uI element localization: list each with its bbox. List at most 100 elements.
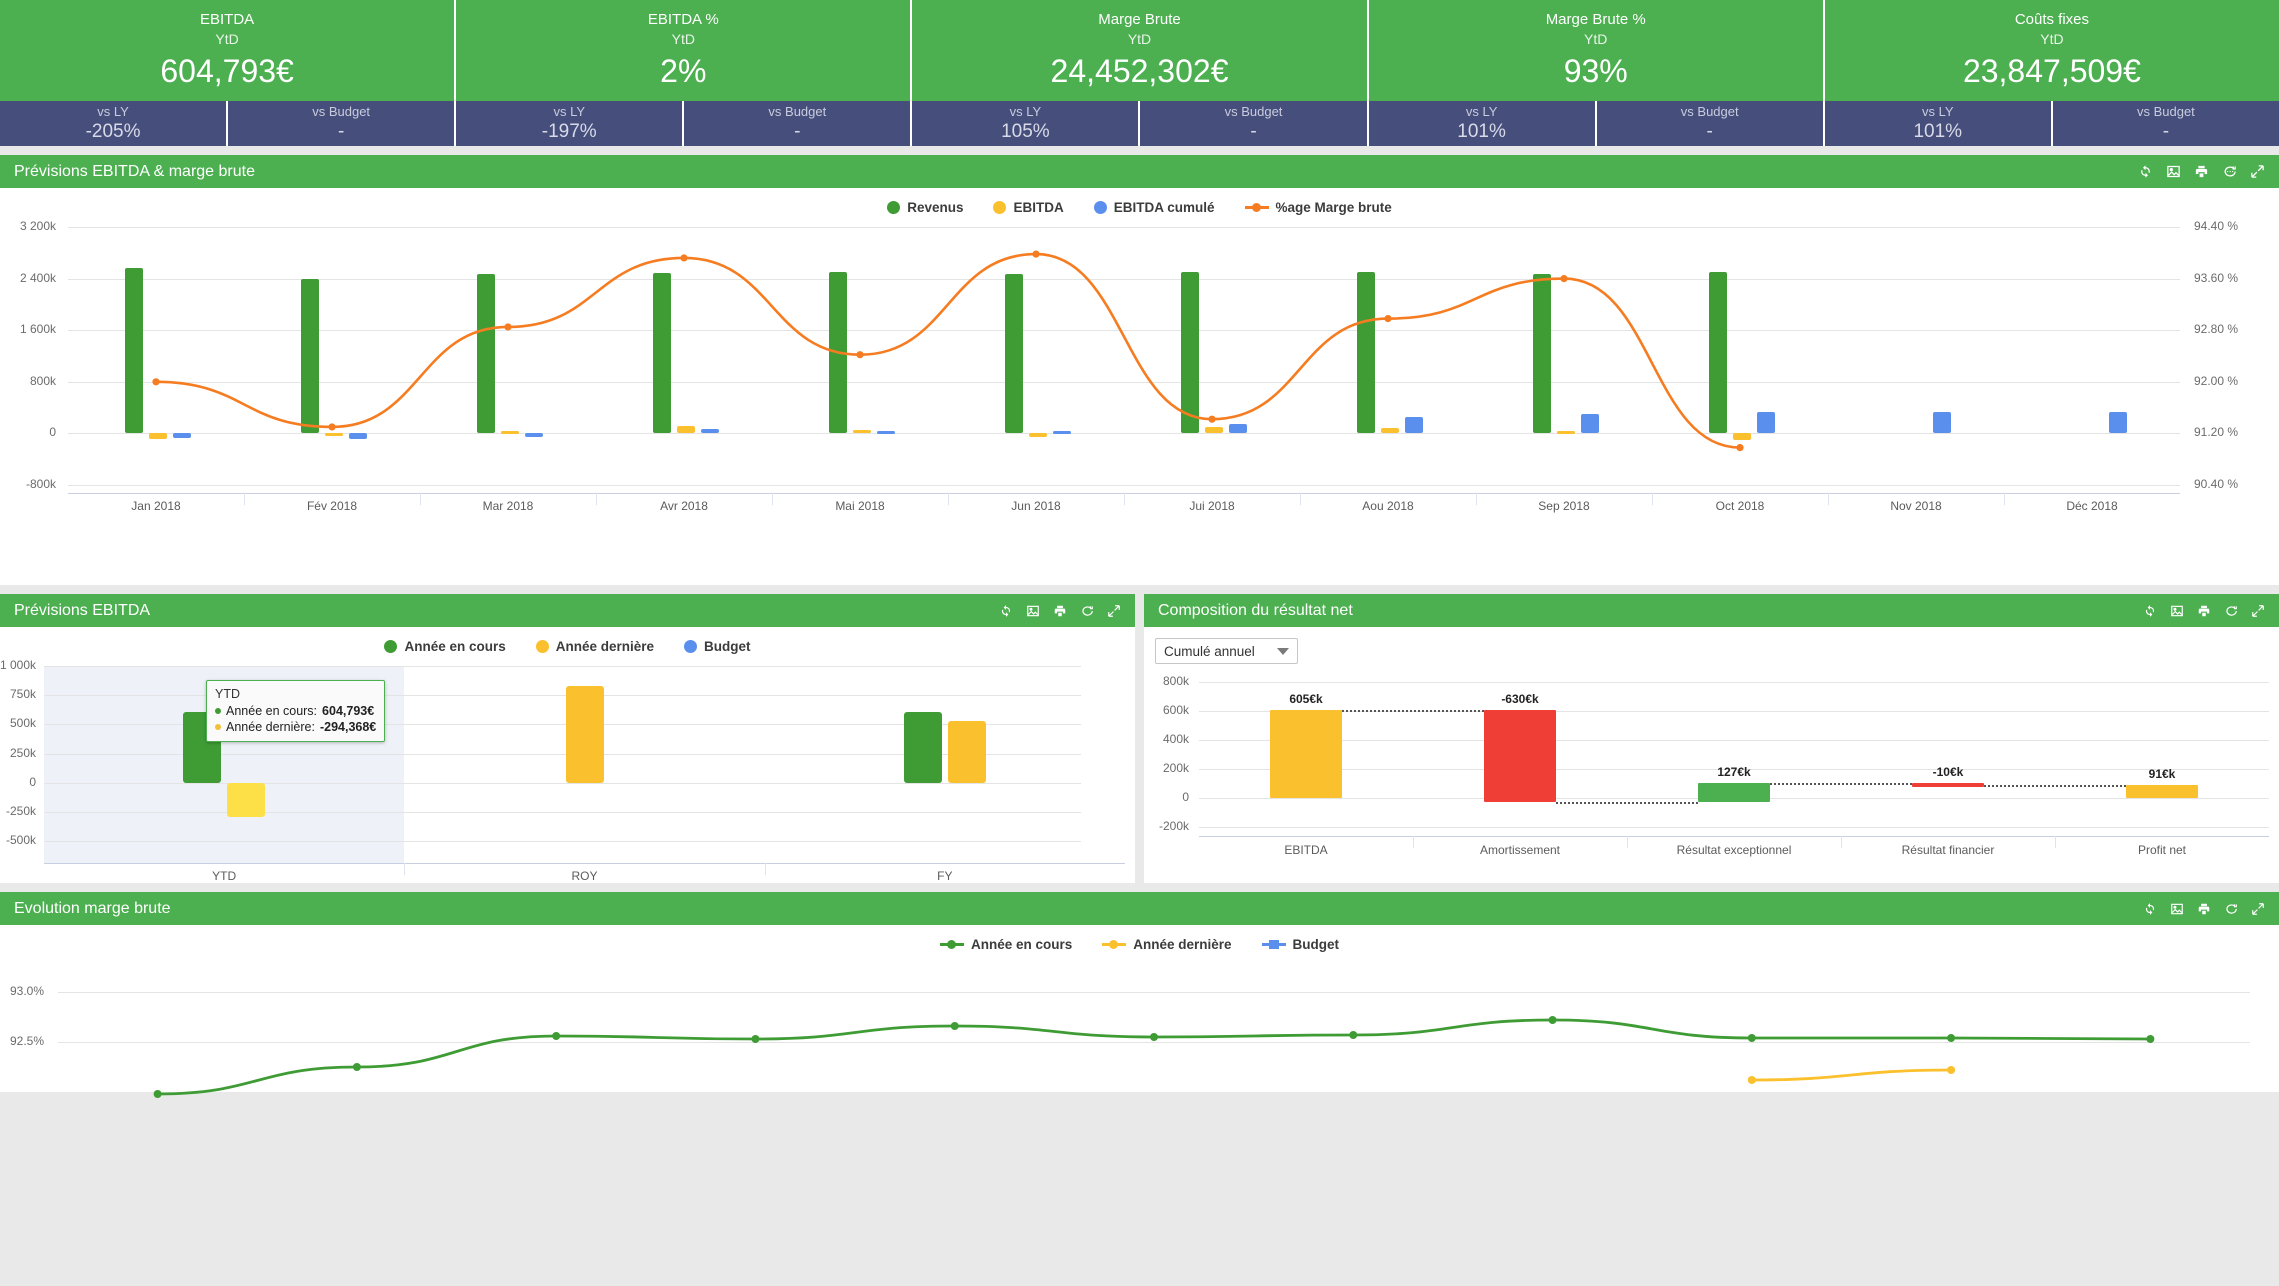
chart-bar[interactable] (1053, 431, 1071, 435)
chart-bar[interactable] (1405, 416, 1423, 434)
comment-icon[interactable] (2222, 164, 2237, 179)
legend-item-budget[interactable]: Budget (684, 639, 751, 654)
period-select[interactable]: Cumulé annuel (1155, 638, 1298, 664)
kpi-value: 24,452,302€ (1050, 53, 1229, 89)
waterfall-bar[interactable] (1484, 710, 1556, 802)
expand-icon[interactable] (1107, 604, 1121, 618)
legend-swatch-annee-en-cours (384, 640, 398, 653)
chart-bar[interactable] (525, 433, 543, 438)
chart-bar[interactable] (301, 278, 319, 434)
forecast-chart-plot: 3 200k 94.40 % 2 400k 93.60 % 1 600k 92.80 % 8… (0, 215, 2279, 580)
chart-bar[interactable] (1581, 414, 1599, 434)
chart-bar[interactable] (477, 274, 495, 434)
chart-bar[interactable] (829, 271, 847, 434)
print-icon[interactable] (2197, 604, 2211, 618)
legend-item-ebitda-cumule[interactable]: EBITDA cumulé (1093, 200, 1215, 215)
kpi-value: 23,847,509€ (1962, 53, 2141, 89)
gridline (68, 485, 2180, 486)
chart-bar[interactable] (1005, 274, 1023, 434)
chart-bar[interactable] (1205, 426, 1223, 434)
waterfall-connector (1770, 783, 1912, 786)
export-image-icon[interactable] (2170, 902, 2184, 916)
waterfall-bar[interactable] (1912, 783, 1984, 788)
chart-bar[interactable] (1381, 428, 1399, 434)
ebitda-legend: Année en cours Année dernière Budget (0, 627, 1135, 654)
chart-bar[interactable] (125, 268, 143, 434)
export-image-icon[interactable] (2170, 604, 2184, 618)
chart-bar[interactable] (701, 428, 719, 434)
tooltip-series-name: Année dernière: (226, 720, 315, 734)
expand-icon[interactable] (2250, 164, 2265, 179)
chart-bar[interactable] (853, 429, 871, 434)
chart-bar[interactable] (1229, 423, 1247, 434)
comment-icon[interactable] (2224, 902, 2238, 916)
y-axis-tick: 600k (1162, 703, 1189, 717)
panel-forecast-toolbar[interactable] (2138, 164, 2265, 179)
waterfall-connector (1342, 710, 1484, 713)
kpi-card-4: Coûts fixes YtD 23,847,509€ (1824, 0, 2279, 101)
chart-bar[interactable] (1733, 433, 1751, 441)
chart-bar[interactable] (149, 433, 167, 440)
x-axis-label: Jui 2018 (1189, 499, 1235, 513)
chart-bar[interactable] (173, 433, 191, 438)
chart-bar[interactable] (1557, 430, 1575, 434)
chart-bar[interactable] (325, 433, 343, 437)
legend-item-annee-en-cours[interactable]: Année en cours (384, 639, 506, 654)
legend-item-marge-brute[interactable]: %age Marge brute (1244, 200, 1392, 215)
panel-composition-toolbar[interactable] (2143, 604, 2265, 618)
bar-data-label: 127€k (1717, 765, 1751, 780)
chart-bar[interactable] (1709, 272, 1727, 434)
chart-bar[interactable] (1757, 412, 1775, 434)
legend-item-annee-derniere[interactable]: Année dernière (535, 639, 654, 654)
chart-bar[interactable] (349, 433, 367, 440)
legend-item-revenus[interactable]: Revenus (887, 200, 963, 215)
gridline (44, 666, 1081, 667)
comment-icon[interactable] (2224, 604, 2238, 618)
y-axis-tick: -250k (5, 803, 36, 818)
x-axis-line (44, 863, 1125, 864)
chart-bar[interactable] (565, 685, 604, 783)
refresh-icon[interactable] (2143, 902, 2157, 916)
spacer (0, 585, 2279, 594)
expand-icon[interactable] (2251, 902, 2265, 916)
x-axis-label: Profit net (2137, 843, 2187, 857)
panel-ebitda-toolbar[interactable] (999, 604, 1121, 618)
x-axis-separator (1413, 836, 1414, 848)
expand-icon[interactable] (2251, 604, 2265, 618)
gridline (68, 330, 2180, 332)
refresh-icon[interactable] (999, 604, 1013, 618)
chart-bar[interactable] (677, 425, 695, 434)
chart-bar[interactable] (947, 720, 986, 783)
y-axis-tick: 2 400k (19, 270, 56, 285)
comparison-label: vs LY (1922, 104, 1954, 119)
chart-bar[interactable] (1181, 272, 1199, 434)
print-icon[interactable] (1053, 604, 1067, 618)
chart-bar[interactable] (227, 782, 266, 817)
chart-bar[interactable] (653, 273, 671, 434)
export-image-icon[interactable] (2166, 164, 2181, 179)
chart-bar[interactable] (1029, 433, 1047, 437)
kpi-subtitle: YtD (1584, 31, 1608, 47)
x-axis-label: FY (937, 869, 953, 883)
chart-bar[interactable] (877, 430, 895, 434)
print-icon[interactable] (2197, 902, 2211, 916)
x-axis-separator (948, 493, 949, 505)
chart-bar[interactable] (501, 430, 519, 434)
comment-icon[interactable] (1080, 604, 1094, 618)
waterfall-bar[interactable] (1698, 783, 1770, 802)
refresh-icon[interactable] (2138, 164, 2153, 179)
chart-bar[interactable] (1533, 274, 1551, 434)
export-image-icon[interactable] (1026, 604, 1040, 618)
refresh-icon[interactable] (2143, 604, 2157, 618)
legend-item-ebitda[interactable]: EBITDA (993, 200, 1064, 215)
tooltip-series-value: -294,368€ (319, 720, 377, 734)
chart-bar[interactable] (903, 712, 942, 783)
waterfall-bar[interactable] (1270, 710, 1342, 798)
waterfall-bar[interactable] (2126, 784, 2198, 798)
chart-bar[interactable] (2109, 412, 2127, 434)
bar-data-label: 91€k (2148, 766, 2176, 781)
chart-bar[interactable] (1933, 412, 1951, 434)
chart-bar[interactable] (1357, 272, 1375, 434)
print-icon[interactable] (2194, 164, 2209, 179)
panel-margin-toolbar[interactable] (2143, 902, 2265, 916)
